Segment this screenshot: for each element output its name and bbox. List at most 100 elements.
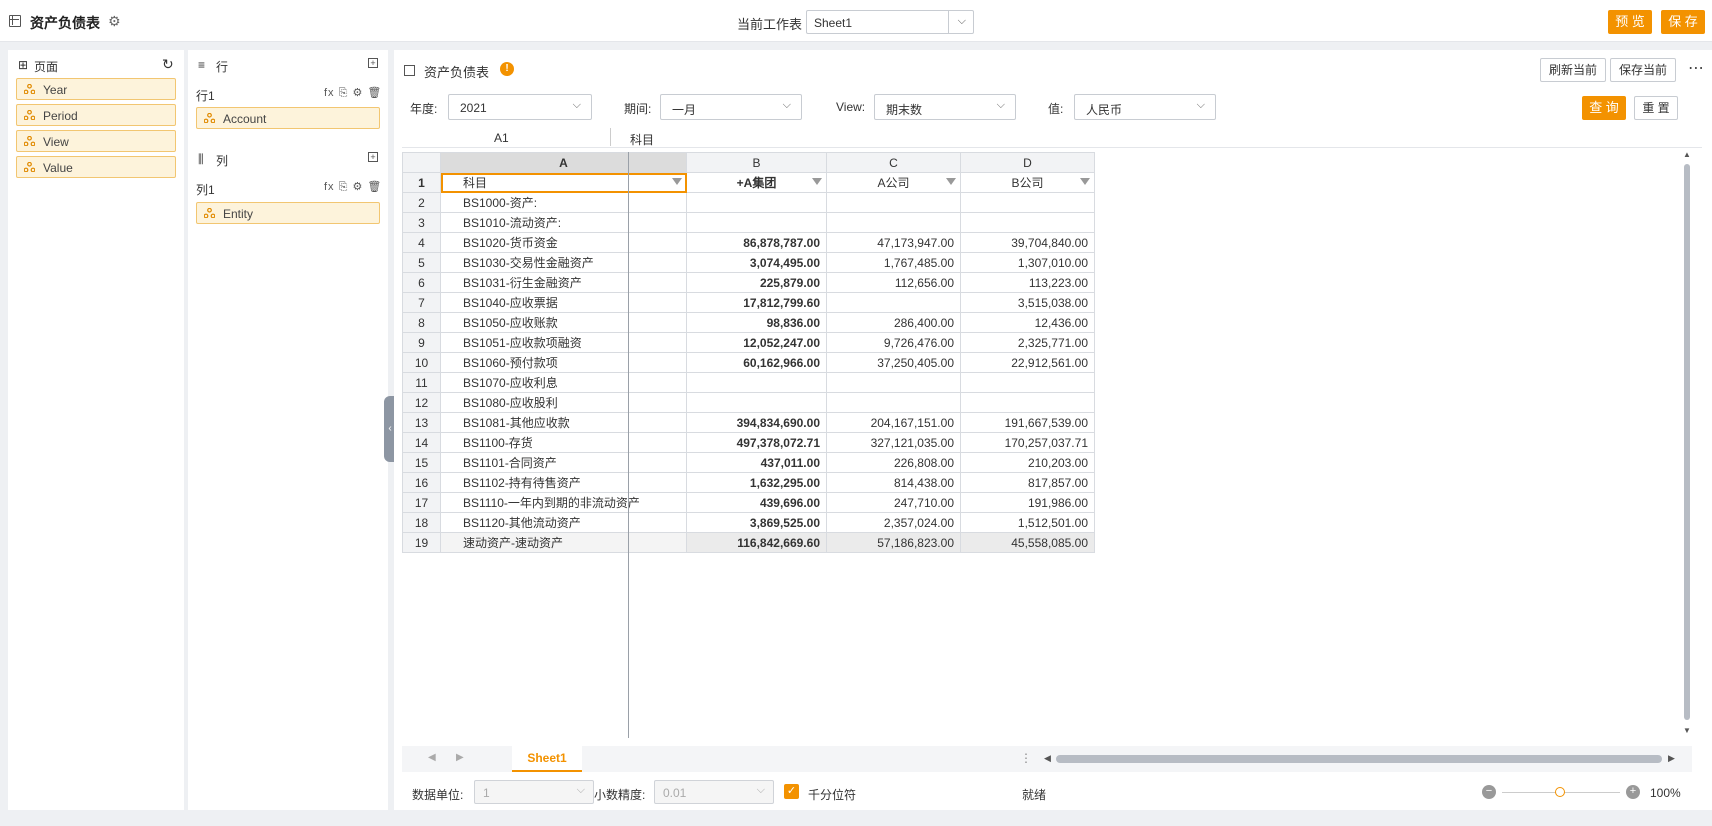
row-header[interactable]: 5 [402,252,441,273]
cell-c[interactable]: 57,186,823.00 [826,532,961,553]
cell-b[interactable]: 60,162,966.00 [686,352,827,373]
cell-b[interactable] [686,212,827,233]
row-header[interactable]: 8 [402,312,441,333]
cell-a[interactable]: BS1101-合同资产 [440,452,687,473]
cell-a[interactable]: 速动资产-速动资产 [440,532,687,553]
corner-cell[interactable] [402,152,441,173]
cell-c[interactable]: 204,167,151.00 [826,412,961,433]
cell-c[interactable]: 9,726,476.00 [826,332,961,353]
cell-c[interactable]: 1,767,485.00 [826,252,961,273]
cell-c[interactable]: 327,121,035.00 [826,432,961,453]
cell-a[interactable]: BS1040-应收票据 [440,292,687,313]
zoom-slider-handle[interactable] [1555,787,1565,797]
field-chip-period[interactable]: Period [16,104,176,126]
row-header[interactable]: 3 [402,212,441,233]
cell-a[interactable]: BS1110-一年内到期的非流动资产 [440,492,687,513]
cell-b[interactable]: 437,011.00 [686,452,827,473]
row-header[interactable]: 4 [402,232,441,253]
row-header[interactable]: 2 [402,192,441,213]
cell-d1[interactable]: B公司 [960,172,1095,193]
row-header[interactable]: 12 [402,392,441,413]
cell-a[interactable]: BS1050-应收账款 [440,312,687,333]
cell-d[interactable]: 22,912,561.00 [960,352,1095,373]
cell-d[interactable]: 2,325,771.00 [960,332,1095,353]
scroll-down-icon[interactable]: ▼ [1683,726,1691,735]
row-header[interactable]: 10 [402,352,441,373]
worksheet-select[interactable]: Sheet1 ⌵ [806,10,974,34]
cell-c1[interactable]: A公司 [826,172,961,193]
cell-a[interactable]: BS1000-资产: [440,192,687,213]
cell-b[interactable]: 116,842,669.60 [686,532,827,553]
cell-c[interactable] [826,372,961,393]
cell-a[interactable]: BS1070-应收利息 [440,372,687,393]
row-header[interactable]: 7 [402,292,441,313]
cell-reference[interactable]: A1 [494,131,509,145]
cell-c[interactable]: 814,438.00 [826,472,961,493]
cell-a[interactable]: BS1081-其他应收款 [440,412,687,433]
cell-d[interactable]: 45,558,085.00 [960,532,1095,553]
column-header-c[interactable]: C [826,152,961,173]
field-chip-year[interactable]: Year [16,78,176,100]
row-header[interactable]: 14 [402,432,441,453]
cell-c[interactable] [826,392,961,413]
cell-d[interactable]: 12,436.00 [960,312,1095,333]
add-column-icon[interactable]: + [368,152,378,162]
cell-c[interactable] [826,212,961,233]
save-button[interactable]: 保 存 [1661,10,1705,34]
row-header[interactable]: 1 [402,172,441,193]
cell-c[interactable]: 112,656.00 [826,272,961,293]
cell-d[interactable]: 1,307,010.00 [960,252,1095,273]
cell-a[interactable]: BS1030-交易性金融资产 [440,252,687,273]
field-chip-view[interactable]: View [16,130,176,152]
cell-b1[interactable]: +A集团 [686,172,827,193]
cell-d[interactable]: 113,223.00 [960,272,1095,293]
data-unit-select[interactable]: 1 ⌵ [474,780,594,804]
cell-a[interactable]: BS1020-货币资金 [440,232,687,253]
row-header[interactable]: 19 [402,532,441,553]
cell-b[interactable]: 98,836.00 [686,312,827,333]
settings-gear-icon[interactable]: ⚙ [108,13,121,30]
tab-next-icon[interactable]: ▶ [456,752,464,763]
cell-b[interactable]: 1,632,295.00 [686,472,827,493]
thousands-separator-checkbox[interactable]: ✓ [784,784,799,799]
tab-splitter-icon[interactable]: ⋮ [1020,751,1032,765]
vertical-scrollbar[interactable]: ▲ ▼ [1682,150,1692,738]
zoom-out-icon[interactable]: − [1482,785,1496,799]
cell-c[interactable]: 247,710.00 [826,492,961,513]
more-icon[interactable]: ⋯ [1688,58,1704,78]
filter-year-select[interactable]: 2021 ⌵ [448,94,592,120]
filter-value-select[interactable]: 人民币 ⌵ [1074,94,1216,120]
filter-icon[interactable] [1080,178,1090,185]
preview-button[interactable]: 预 览 [1608,10,1652,34]
cell-d[interactable]: 39,704,840.00 [960,232,1095,253]
cell-d[interactable]: 3,515,038.00 [960,292,1095,313]
row-header[interactable]: 17 [402,492,441,513]
cell-d[interactable]: 1,512,501.00 [960,512,1095,533]
cell-c[interactable]: 2,357,024.00 [826,512,961,533]
row-header[interactable]: 9 [402,332,441,353]
cell-b[interactable] [686,372,827,393]
field-chip-account[interactable]: Account [196,107,380,129]
row-header[interactable]: 11 [402,372,441,393]
filter-view-select[interactable]: 期末数 ⌵ [874,94,1016,120]
formula-value[interactable]: 科目 [630,131,654,148]
cell-d[interactable] [960,372,1095,393]
column-header-d[interactable]: D [960,152,1095,173]
refresh-current-button[interactable]: 刷新当前 [1540,58,1606,82]
row-header[interactable]: 15 [402,452,441,473]
save-current-button[interactable]: 保存当前 [1610,58,1676,82]
cell-d[interactable]: 210,203.00 [960,452,1095,473]
spreadsheet-grid[interactable]: A B C D 1 科目 +A集团 A公司 B公司 2 BS1000-资产: 3 BS… [402,152,1095,553]
row-header[interactable]: 13 [402,412,441,433]
cell-a[interactable]: BS1080-应收股利 [440,392,687,413]
cell-b[interactable] [686,192,827,213]
cell-a[interactable]: BS1100-存货 [440,432,687,453]
cell-d[interactable]: 817,857.00 [960,472,1095,493]
row-header[interactable]: 18 [402,512,441,533]
cell-b[interactable]: 12,052,247.00 [686,332,827,353]
cell-a[interactable]: BS1060-预付款项 [440,352,687,373]
cell-b[interactable]: 86,878,787.00 [686,232,827,253]
cell-d[interactable] [960,392,1095,413]
cell-c[interactable]: 226,808.00 [826,452,961,473]
cell-a1[interactable]: 科目 [440,172,687,193]
